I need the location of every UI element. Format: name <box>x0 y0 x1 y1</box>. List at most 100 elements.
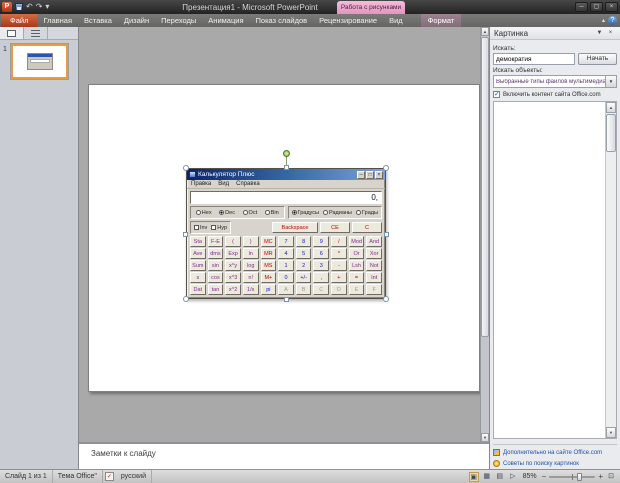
calc-button-3: 3 <box>313 260 329 271</box>
calc-button-x^y: x^y <box>225 260 241 271</box>
ribbon-collapse-icon[interactable]: ▴ <box>602 17 605 24</box>
calc-clear-buttons: BackspaceCEC <box>272 222 382 233</box>
rotation-handle[interactable] <box>283 150 290 157</box>
results-area[interactable]: ▲ ▼ <box>493 101 617 439</box>
task-pane-link-1[interactable]: Советы по поиску картинок <box>493 458 617 469</box>
resize-handle-top-left[interactable] <box>183 165 189 171</box>
search-input[interactable] <box>493 53 575 65</box>
calc-base-option-1: Dec <box>219 210 235 216</box>
slide-thumbnail[interactable] <box>11 44 68 79</box>
zoom-in-icon[interactable]: + <box>598 472 603 482</box>
calc-button-Lsh: Lsh <box>349 260 365 271</box>
calc-button-Sta: Sta <box>190 236 206 247</box>
calc-button-x^2: x^2 <box>225 284 241 295</box>
powerpoint-app-icon[interactable]: P <box>2 2 12 12</box>
calc-button-C: C <box>313 284 329 295</box>
scroll-down-icon[interactable]: ▼ <box>481 433 489 442</box>
media-type-label: Искать объекты: <box>493 67 617 74</box>
format-tab[interactable]: Формат <box>421 14 462 27</box>
slide-thumbnail-row: 1 <box>0 44 78 88</box>
resize-handle-right[interactable] <box>384 232 389 237</box>
results-scrollbar-thumb[interactable] <box>606 114 616 152</box>
resize-handle-left[interactable] <box>183 232 188 237</box>
slide-sorter-icon[interactable]: ▦ <box>482 472 492 482</box>
spell-check-icon[interactable]: ✓ <box>105 472 114 481</box>
calc-button-log: log <box>243 260 259 271</box>
slideshow-icon[interactable]: ▷ <box>508 472 518 482</box>
calc-angle-label-1: Радианы <box>329 210 352 216</box>
tab-outline[interactable] <box>24 27 48 39</box>
calc-button-*: * <box>331 248 347 259</box>
ribbon-tab-1[interactable]: Вставка <box>78 14 118 27</box>
reading-view-icon[interactable]: ▤ <box>495 472 505 482</box>
scrollbar-thumb[interactable] <box>481 37 489 337</box>
resize-handle-top[interactable] <box>284 165 289 170</box>
calc-button-Exp: Exp <box>225 248 241 259</box>
results-scroll-down-icon[interactable]: ▼ <box>606 427 616 438</box>
dropdown-arrow-icon[interactable]: ▼ <box>605 76 616 87</box>
ribbon-tab-3[interactable]: Переходы <box>155 14 202 27</box>
results-scroll-up-icon[interactable]: ▲ <box>606 102 616 113</box>
resize-handle-bottom[interactable] <box>284 297 289 302</box>
results-scrollbar[interactable]: ▲ ▼ <box>605 102 616 438</box>
calc-angle-label-2: Грады <box>362 210 378 216</box>
ribbon-tab-4[interactable]: Анимация <box>202 14 249 27</box>
maximize-button[interactable]: ▢ <box>590 2 603 12</box>
vertical-scrollbar[interactable]: ▲ ▼ <box>480 27 489 442</box>
calc-base-label-0: Hex <box>202 210 212 216</box>
calc-button-Ave: Ave <box>190 248 206 259</box>
calc-angle-radio-icon-0 <box>292 210 297 215</box>
include-office-checkbox-row[interactable]: Включить контент сайта Office.com <box>493 91 617 98</box>
ribbon-tab-5[interactable]: Показ слайдов <box>250 14 314 27</box>
calc-button-grid: StaF-E()MC789/ModAndAvedmsExplnMR456*OrX… <box>190 236 382 295</box>
include-office-checkbox[interactable] <box>493 91 500 98</box>
close-button[interactable]: × <box>605 2 618 12</box>
calc-button-2: 2 <box>296 260 312 271</box>
media-type-dropdown[interactable]: Выбранные типы файлов мультимедиа ▼ <box>493 75 617 88</box>
task-pane-link-0[interactable]: Дополнительно на сайте Office.com <box>493 447 617 458</box>
zoom-out-icon[interactable]: − <box>542 472 547 482</box>
calc-button-1/x: 1/x <box>243 284 259 295</box>
ribbon-tabs: ГлавнаяВставкаДизайнПереходыАнимацияПока… <box>37 14 408 27</box>
ribbon-tab-2[interactable]: Дизайн <box>118 14 155 27</box>
office-site-icon <box>493 449 500 456</box>
help-icon[interactable]: ? <box>608 16 617 25</box>
slide-canvas[interactable]: Калькулятор Плюс ─ □ × ПравкаВидСправка … <box>79 27 480 442</box>
calc-base-label-1: Dec <box>225 210 235 216</box>
redo-icon[interactable]: ↷ <box>36 2 43 12</box>
calc-button-B: B <box>296 284 312 295</box>
tab-slides[interactable] <box>0 27 24 39</box>
minimize-button[interactable]: ─ <box>575 2 588 12</box>
save-icon[interactable] <box>15 3 23 11</box>
notes-pane[interactable]: Заметки к слайду <box>79 442 489 469</box>
slide[interactable]: Калькулятор Плюс ─ □ × ПравкаВидСправка … <box>88 84 480 392</box>
picture-calculator[interactable]: Калькулятор Плюс ─ □ × ПравкаВидСправка … <box>186 168 386 299</box>
file-tab[interactable]: Файл <box>1 14 37 27</box>
status-slide-info[interactable]: Слайд 1 из 1 <box>0 470 53 483</box>
scroll-up-icon[interactable]: ▲ <box>481 27 489 36</box>
calc-button-4: 4 <box>278 248 294 259</box>
normal-view-icon[interactable]: ▣ <box>469 472 479 482</box>
zoom-slider-thumb[interactable] <box>577 473 582 481</box>
resize-handle-bottom-left[interactable] <box>183 296 189 302</box>
ribbon-tab-0[interactable]: Главная <box>37 14 78 27</box>
zoom-slider[interactable] <box>549 472 595 482</box>
qat-customize-icon[interactable]: ▾ <box>45 2 49 12</box>
ribbon-tab-7[interactable]: Вид <box>383 14 409 27</box>
calc-button-M+: M+ <box>261 272 277 283</box>
search-button[interactable]: Начать <box>578 53 617 65</box>
undo-icon[interactable]: ↶ <box>26 2 33 12</box>
window-controls: ─ ▢ × <box>575 2 618 12</box>
calc-button-Dat: Dat <box>190 284 206 295</box>
status-language[interactable]: русский <box>116 470 152 483</box>
resize-handle-top-right[interactable] <box>383 165 389 171</box>
task-pane-close-icon[interactable]: × <box>605 30 616 36</box>
zoom-level[interactable]: 85% <box>521 473 539 480</box>
search-tips-icon <box>493 460 500 467</box>
ribbon-tab-6[interactable]: Рецензирование <box>313 14 383 27</box>
fit-to-window-icon[interactable]: ⊡ <box>606 472 616 482</box>
resize-handle-bottom-right[interactable] <box>383 296 389 302</box>
task-pane-menu-icon[interactable]: ▼ <box>594 30 605 36</box>
calc-button-tan: tan <box>208 284 224 295</box>
status-theme[interactable]: Тема Office" <box>53 470 103 483</box>
